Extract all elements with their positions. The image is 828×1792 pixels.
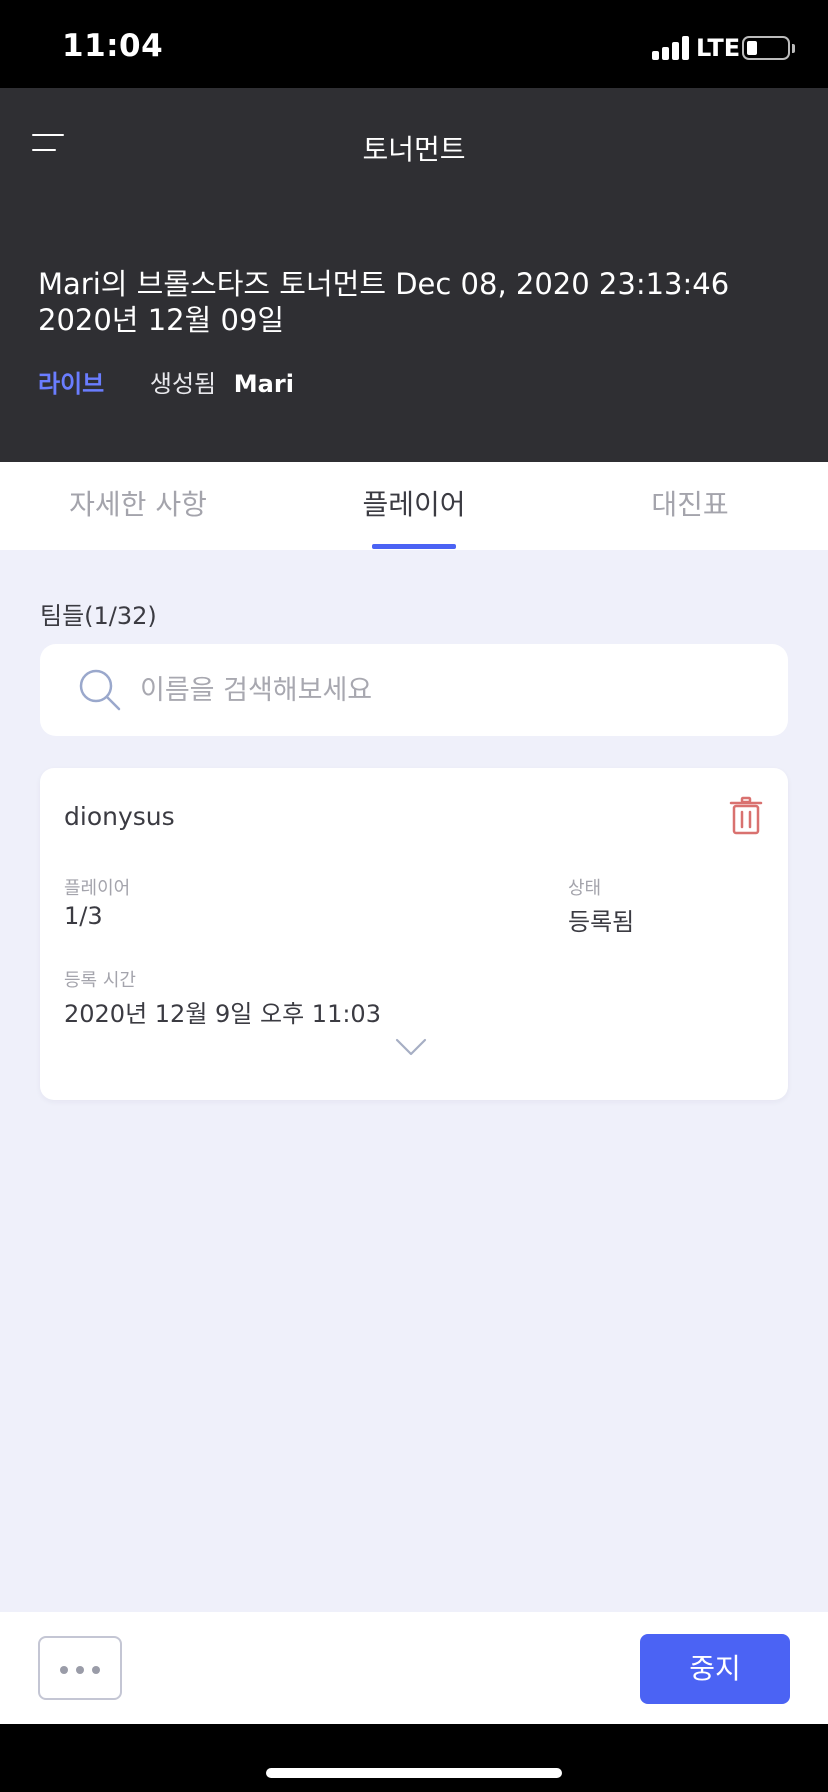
players-label: 플레이어 bbox=[64, 878, 131, 899]
page-title: 토너먼트 bbox=[362, 133, 466, 166]
more-icon bbox=[60, 1666, 68, 1674]
trash-icon[interactable] bbox=[728, 796, 764, 836]
battery-tip bbox=[792, 44, 795, 53]
chevron-down-icon[interactable] bbox=[394, 1036, 428, 1058]
home-indicator-area bbox=[0, 1724, 828, 1792]
status-value: 등록됨 bbox=[568, 908, 635, 936]
tournament-meta: 라이브 생성됨 Mari bbox=[38, 364, 294, 399]
home-indicator[interactable] bbox=[266, 1768, 562, 1778]
registered-time-label: 등록 시간 bbox=[64, 970, 136, 991]
status-bar: 11:04 LTE bbox=[0, 0, 828, 88]
tournament-name: Mari의 브롤스타즈 토너먼트 Dec 08, 2020 23:13:46 2… bbox=[38, 267, 730, 337]
network-type: LTE bbox=[696, 34, 741, 62]
search-icon bbox=[79, 669, 121, 711]
registered-time-value: 2020년 12월 9일 오후 11:03 bbox=[64, 1000, 381, 1028]
players-value: 1/3 bbox=[64, 902, 103, 930]
active-tab-indicator bbox=[372, 544, 456, 549]
tab-players[interactable]: 플레이어 bbox=[276, 462, 552, 550]
team-name: dionysus bbox=[64, 802, 175, 831]
tab-details[interactable]: 자세한 사항 bbox=[0, 462, 276, 550]
teams-count-label: 팀들(1/32) bbox=[40, 602, 157, 630]
team-card[interactable]: dionysus 플레이어 1/3 상태 등록됨 등록 시간 2020년 12월… bbox=[40, 768, 788, 1100]
tournament-header: 토너먼트 Mari의 브롤스타즈 토너먼트 Dec 08, 2020 23:13… bbox=[0, 88, 828, 462]
bottom-action-bar: 중지 bbox=[0, 1612, 828, 1724]
status-label: 상태 bbox=[568, 878, 602, 899]
signal-icon bbox=[652, 36, 692, 60]
tournament-screen: 11:04 LTE 토너먼트 Mari의 브롤스타즈 토너먼트 Dec 08, … bbox=[0, 0, 828, 1792]
creator-name: Mari bbox=[233, 370, 294, 398]
live-status-badge: 라이브 bbox=[38, 370, 105, 398]
tab-bracket[interactable]: 대진표 bbox=[552, 462, 828, 550]
battery-icon bbox=[742, 36, 790, 60]
stop-button[interactable]: 중지 bbox=[640, 1634, 790, 1704]
search-box[interactable] bbox=[40, 644, 788, 736]
created-by-label: 생성됨 bbox=[149, 370, 217, 398]
search-input[interactable] bbox=[140, 664, 760, 716]
status-time: 11:04 bbox=[62, 28, 164, 64]
tab-bar: 자세한 사항 플레이어 대진표 bbox=[0, 462, 828, 550]
more-button[interactable] bbox=[38, 1636, 122, 1700]
more-icon-dot bbox=[92, 1666, 100, 1674]
more-icon-dot bbox=[76, 1666, 84, 1674]
